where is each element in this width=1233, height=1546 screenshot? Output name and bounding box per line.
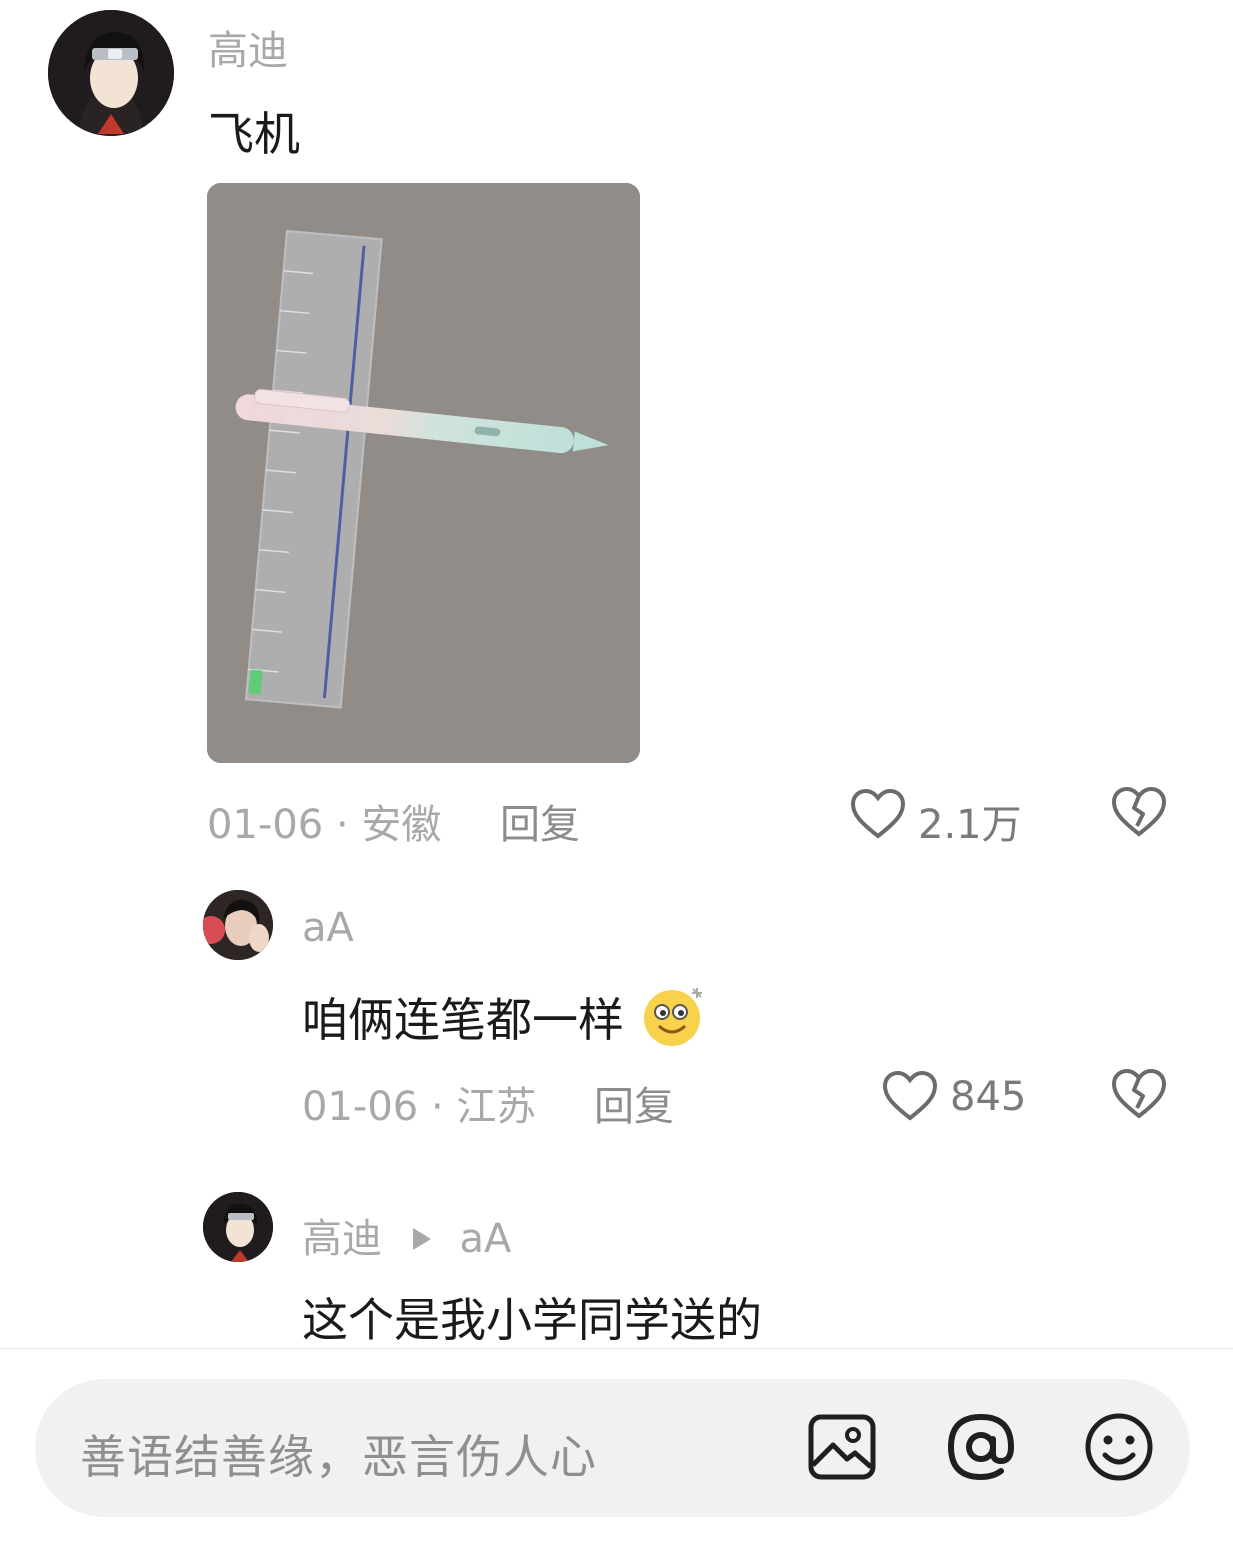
- like-button[interactable]: 2.1万: [850, 786, 1030, 848]
- comment-text: 咱俩连笔都一样: [302, 980, 709, 1050]
- comment-text-content: 咱俩连笔都一样: [302, 993, 624, 1047]
- heart-icon: [882, 1070, 938, 1121]
- emoji-face-icon: [643, 988, 702, 1046]
- comment-date-location: 01-06 · 江苏: [302, 1084, 537, 1130]
- comment-input-bar: 善语结善缘，恶言伤人心: [0, 1348, 1233, 1546]
- dislike-button[interactable]: [1110, 786, 1168, 842]
- image-button[interactable]: [805, 1409, 881, 1485]
- emoji-icon: [1085, 1413, 1153, 1481]
- mention-button[interactable]: [943, 1409, 1019, 1485]
- heart-icon: [850, 788, 906, 839]
- comment-input-placeholder: 善语结善缘，恶言伤人心: [80, 1430, 597, 1484]
- comment-author[interactable]: 高迪: [208, 18, 288, 76]
- reply-to-author[interactable]: aA: [459, 1216, 511, 1262]
- comment-author[interactable]: aA: [302, 905, 354, 951]
- like-button[interactable]: 845: [882, 1068, 1042, 1124]
- like-count: 2.1万: [918, 802, 1022, 848]
- comment-author[interactable]: 高迪: [302, 1216, 382, 1262]
- comment: 高迪 飞机 01-06 · 安徽 回复 2.1万: [0, 0, 1233, 860]
- emoji-button[interactable]: [1081, 1409, 1157, 1485]
- reply-comment: 高迪 aA 这个是我小学同学送的: [0, 1180, 1233, 1348]
- avatar[interactable]: [203, 890, 273, 960]
- image-icon: [808, 1414, 876, 1480]
- comment-text: 这个是我小学同学送的: [302, 1293, 762, 1347]
- comment-input[interactable]: 善语结善缘，恶言伤人心: [35, 1379, 1190, 1517]
- dislike-broken-heart-icon: [1111, 1068, 1167, 1119]
- reply-arrow-icon: [412, 1228, 431, 1250]
- comment-author-line: 高迪 aA: [302, 1206, 511, 1264]
- comment-image[interactable]: [207, 183, 640, 763]
- comment-date-location: 01-06 · 安徽: [207, 802, 442, 848]
- reply-comment: aA 咱俩连笔都一样 01-06 · 江苏 回复 845: [0, 880, 1233, 1130]
- like-count: 845: [950, 1074, 1027, 1120]
- avatar[interactable]: [203, 1192, 273, 1262]
- dislike-broken-heart-icon: [1111, 786, 1167, 837]
- avatar[interactable]: [48, 10, 174, 136]
- at-mention-icon: [947, 1413, 1015, 1481]
- reply-button[interactable]: 回复: [594, 1074, 674, 1132]
- dislike-button[interactable]: [1110, 1068, 1168, 1124]
- reply-button[interactable]: 回复: [500, 792, 580, 850]
- comment-text: 飞机: [208, 107, 300, 161]
